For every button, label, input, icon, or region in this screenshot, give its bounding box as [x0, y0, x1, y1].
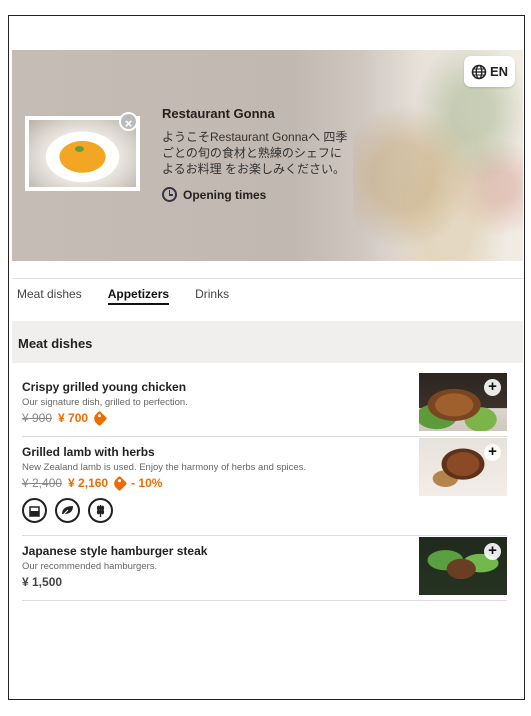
language-label: EN — [489, 64, 509, 79]
vegan-leaf-icon — [55, 498, 80, 523]
food-image: + — [419, 537, 507, 595]
add-item-button[interactable]: + — [484, 444, 501, 461]
restaurant-description: ようこそRestaurant Gonnaへ 四季ごとの旬の食材と熟練のシェフによ… — [162, 130, 348, 176]
sale-price: ¥ 2,160 — [68, 476, 109, 490]
tab-drinks[interactable]: Drinks — [195, 287, 229, 305]
menu-item[interactable]: Grilled lamb with herbs New Zealand lamb… — [22, 438, 507, 536]
old-price: ¥ 900 — [22, 411, 53, 425]
sale-price: ¥ 700 — [58, 411, 89, 425]
divider — [12, 278, 523, 279]
restaurant-name: Restaurant Gonna — [162, 106, 275, 121]
price: ¥ 1,500 — [22, 575, 63, 589]
price-tag-icon — [111, 475, 128, 491]
add-item-button[interactable]: + — [484, 543, 501, 560]
soup-image — [29, 120, 136, 187]
opening-times-label: Opening times — [183, 187, 267, 202]
opening-times-link[interactable]: Opening times — [162, 187, 266, 202]
clock-icon — [162, 187, 177, 202]
menu-item[interactable]: Japanese style hamburger steak Our recom… — [22, 536, 507, 601]
language-button[interactable]: EN — [464, 56, 515, 87]
close-icon[interactable]: × — [119, 112, 138, 131]
old-price: ¥ 2,400 — [22, 476, 63, 490]
globe-icon — [471, 64, 487, 79]
wheat-icon — [88, 498, 113, 523]
category-tabs: Meat dishes Appetizers Drinks — [17, 287, 229, 305]
app-frame: EN × Restaurant Gonna ようこそRestaurant Gon… — [8, 15, 525, 700]
milk-icon — [22, 498, 47, 523]
section-title: Meat dishes — [12, 321, 523, 363]
menu-item[interactable]: Crispy grilled young chicken Our signatu… — [22, 373, 507, 437]
food-image: + — [419, 373, 507, 431]
hero-banner: EN × Restaurant Gonna ようこそRestaurant Gon… — [12, 50, 523, 261]
discount-label: - 10% — [131, 476, 163, 490]
price-tag-icon — [91, 410, 108, 426]
tab-appetizers[interactable]: Appetizers — [107, 287, 170, 305]
add-item-button[interactable]: + — [484, 379, 501, 396]
food-image: + — [419, 438, 507, 496]
tab-meat-dishes[interactable]: Meat dishes — [17, 287, 82, 305]
allergen-icons — [22, 498, 507, 523]
restaurant-thumbnail: × — [25, 112, 140, 191]
